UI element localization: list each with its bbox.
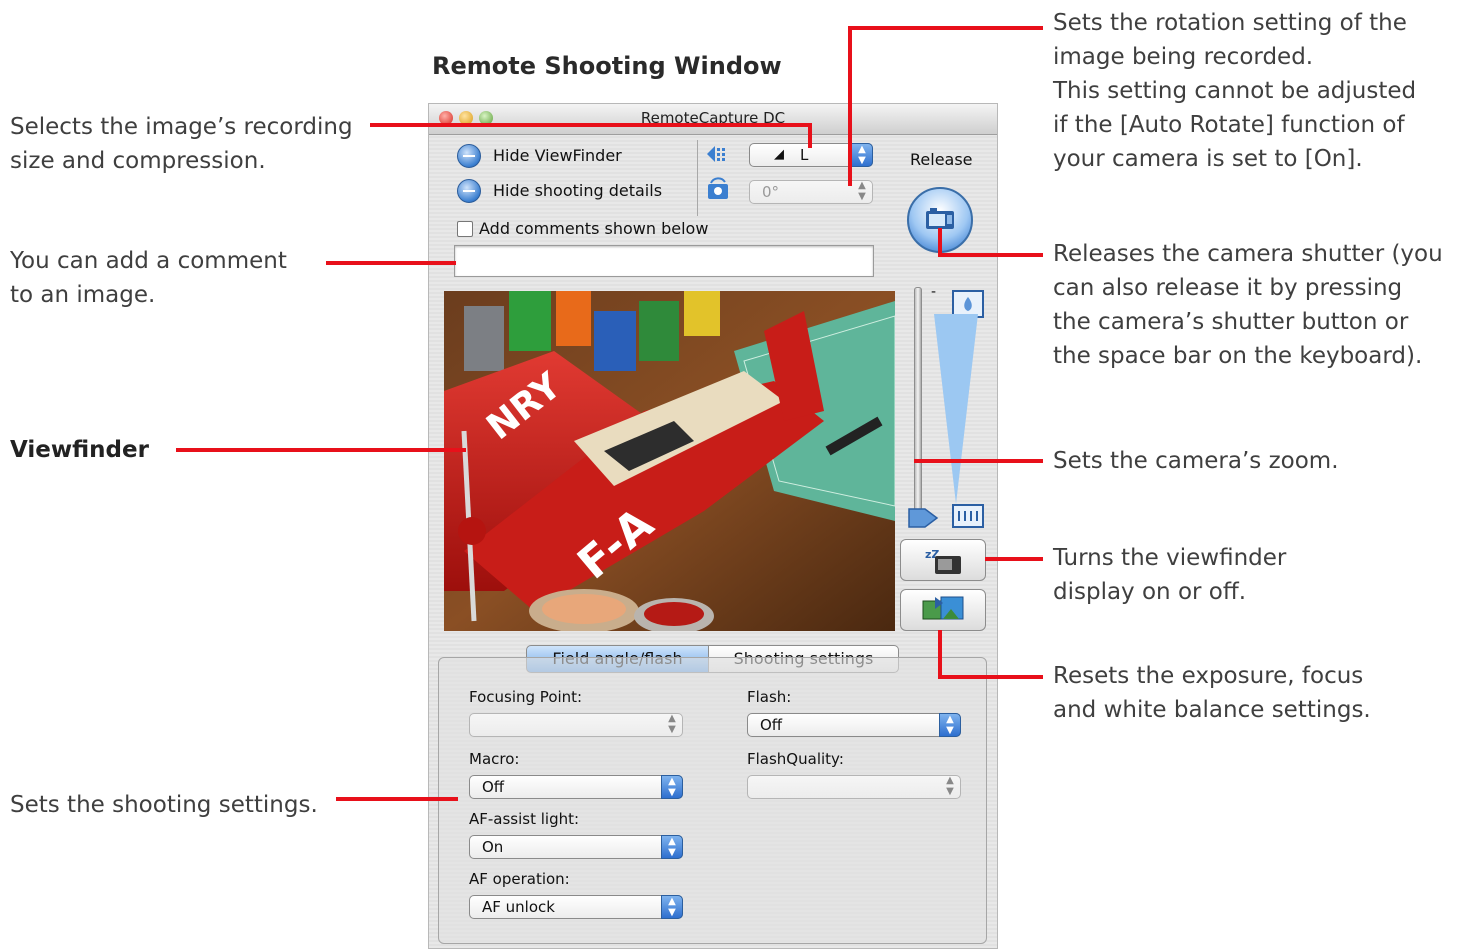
reset-image-icon — [922, 596, 964, 620]
af-operation-label: AF operation: — [469, 870, 570, 888]
callout-line-text: Sets the rotation setting of the — [1053, 10, 1407, 36]
rotation-select[interactable]: 0° ▲ ▼ — [749, 180, 873, 204]
callout-line — [938, 253, 1043, 257]
callout-line-text: image being recorded. — [1053, 44, 1314, 70]
callout-line-text: if the [Auto Rotate] function of — [1053, 112, 1405, 138]
chevron-updown-icon: ▲ ▼ — [661, 895, 683, 919]
callout-line — [176, 448, 466, 452]
chevron-updown-icon: ▲ ▼ — [946, 775, 954, 797]
viewfinder-toggle-button[interactable]: zZ — [900, 539, 986, 581]
viewfinder-image: NRY F-A — [444, 291, 895, 631]
zoom-min-label: - — [931, 284, 937, 300]
section-title: Remote Shooting Window — [432, 52, 782, 80]
focusing-point-label: Focusing Point: — [469, 688, 583, 706]
callout-recording-size: Selects the image’s recording size and c… — [10, 110, 353, 178]
callout-shooting-settings: Sets the shooting settings. — [10, 792, 318, 818]
af-operation-value: AF unlock — [482, 898, 555, 916]
callout-line-text: This setting cannot be adjusted — [1053, 78, 1417, 104]
release-label: Release — [910, 150, 973, 169]
callout-line — [808, 123, 812, 148]
callout-zoom: Sets the camera’s zoom. — [1053, 448, 1339, 474]
quality-icon: ◢ — [774, 147, 784, 162]
chevron-updown-icon: ▲ ▼ — [851, 143, 873, 167]
callout-viewfinder: Viewfinder — [10, 437, 149, 463]
chevron-updown-icon: ▲ ▼ — [858, 180, 866, 202]
callout-line-text: the space bar on the keyboard). — [1053, 343, 1423, 369]
callout-line-text: and white balance settings. — [1053, 697, 1371, 723]
zoom-slider-track[interactable] — [914, 287, 922, 514]
image-size-value: L — [800, 146, 809, 164]
chevron-updown-icon: ▲ ▼ — [939, 713, 961, 737]
chevron-updown-icon: ▲ ▼ — [661, 835, 683, 859]
chevron-updown-icon: ▲ ▼ — [668, 713, 676, 735]
callout-line — [326, 261, 456, 265]
callout-line — [985, 557, 1043, 561]
zoom-slider-thumb[interactable] — [907, 507, 939, 529]
callout-line — [848, 26, 1043, 30]
flash-quality-select[interactable]: ▲ ▼ — [747, 775, 961, 799]
image-size-icon — [707, 146, 725, 162]
callout-line — [848, 26, 852, 186]
callout-line — [938, 630, 942, 679]
viewfinder-sleep-icon: zZ — [925, 548, 961, 574]
hide-viewfinder-icon[interactable] — [457, 144, 481, 168]
callout-line-text: size and compression. — [10, 148, 266, 174]
callout-line — [370, 123, 810, 127]
viewfinder-display: NRY F-A — [444, 291, 895, 631]
toolbar-divider — [697, 140, 698, 216]
callout-line-text: Resets the exposure, focus — [1053, 663, 1364, 689]
af-operation-select[interactable]: AF unlock ▲ ▼ — [469, 895, 683, 919]
callout-line-text: display on or off. — [1053, 579, 1247, 605]
callout-line-text: your camera is set to [On]. — [1053, 146, 1363, 172]
chevron-updown-icon: ▲ ▼ — [661, 775, 683, 799]
af-assist-label: AF-assist light: — [469, 810, 580, 828]
callout-line — [914, 459, 1043, 463]
callout-release: Releases the camera shutter (you can als… — [1053, 237, 1443, 373]
callout-line-text: to an image. — [10, 282, 156, 308]
add-comments-label: Add comments shown below — [479, 219, 709, 238]
callout-rotation: Sets the rotation setting of the image b… — [1053, 6, 1416, 176]
callout-line-text: You can add a comment — [10, 248, 287, 274]
hide-shooting-details-label[interactable]: Hide shooting details — [493, 181, 662, 200]
macro-label: Macro: — [469, 750, 520, 768]
remote-shooting-window: RemoteCapture DC Hide ViewFinder Hide sh… — [428, 103, 998, 949]
callout-comment: You can add a comment to an image. — [10, 244, 287, 312]
callout-line — [336, 797, 458, 801]
callout-line-text: can also release it by pressing — [1053, 275, 1403, 301]
flash-quality-label: FlashQuality: — [747, 750, 844, 768]
rotation-icon — [708, 177, 728, 199]
rotation-value: 0° — [762, 183, 780, 201]
zoom-wide-icon — [952, 504, 984, 528]
flash-select[interactable]: Off ▲ ▼ — [747, 713, 961, 737]
callout-viewfinder-toggle: Turns the viewfinder display on or off. — [1053, 541, 1286, 609]
hide-viewfinder-label[interactable]: Hide ViewFinder — [493, 146, 622, 165]
macro-select[interactable]: Off ▲ ▼ — [469, 775, 683, 799]
zoom-range-indicator — [934, 314, 978, 504]
callout-line-text: Turns the viewfinder — [1053, 545, 1287, 571]
callout-line-text: Selects the image’s recording — [10, 114, 353, 140]
reset-settings-button[interactable] — [900, 589, 986, 631]
callout-line-text: Releases the camera shutter (you — [1053, 241, 1443, 267]
hide-shooting-details-icon[interactable] — [457, 179, 481, 203]
callout-line — [938, 228, 942, 257]
add-comments-checkbox[interactable] — [457, 221, 473, 237]
flash-value: Off — [760, 716, 783, 734]
window-titlebar: RemoteCapture DC — [429, 104, 997, 135]
comment-input[interactable] — [454, 245, 874, 277]
af-assist-select[interactable]: On ▲ ▼ — [469, 835, 683, 859]
focusing-point-select[interactable]: ▲ ▼ — [469, 713, 683, 737]
af-assist-value: On — [482, 838, 504, 856]
flash-label: Flash: — [747, 688, 792, 706]
callout-reset: Resets the exposure, focus and white bal… — [1053, 659, 1371, 727]
macro-value: Off — [482, 778, 505, 796]
callout-line-text: the camera’s shutter button or — [1053, 309, 1409, 335]
callout-line — [938, 675, 1043, 679]
